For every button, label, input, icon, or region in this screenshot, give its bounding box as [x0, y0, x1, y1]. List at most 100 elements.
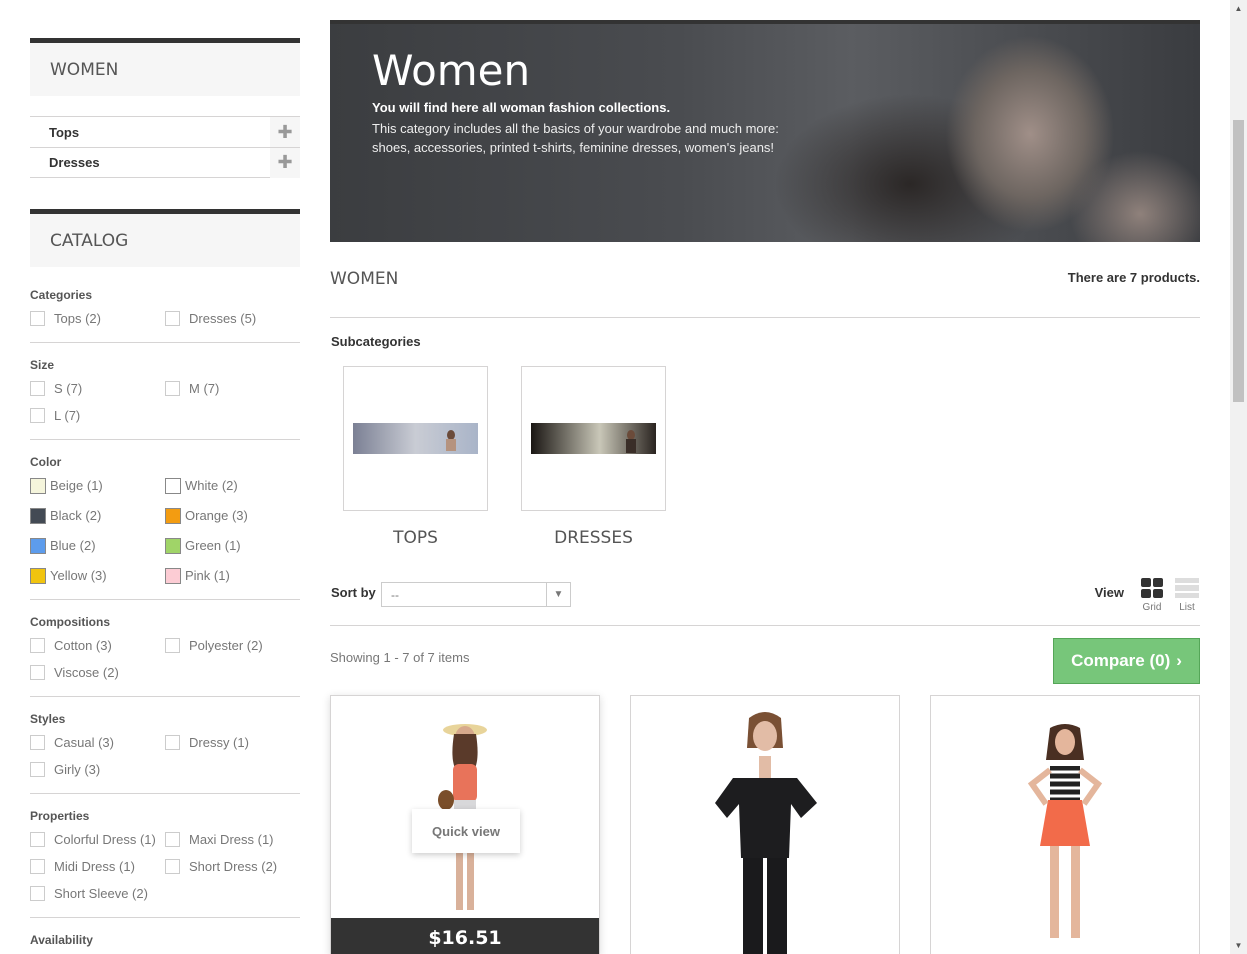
- product-card[interactable]: [630, 695, 900, 954]
- checkbox[interactable]: [30, 381, 45, 396]
- filter-option[interactable]: Maxi Dress (1): [165, 830, 300, 849]
- color-swatch[interactable]: [165, 507, 181, 524]
- grid-view-label: Grid: [1142, 602, 1162, 613]
- checkbox[interactable]: [30, 665, 45, 680]
- list-view-label: List: [1179, 602, 1195, 613]
- sort-value: --: [391, 588, 399, 602]
- subcategories-heading: Subcategories: [331, 334, 421, 349]
- filter-title: Color: [30, 455, 62, 469]
- product-image[interactable]: [1010, 724, 1120, 944]
- grid-view-button[interactable]: Grid: [1139, 578, 1165, 613]
- checkbox[interactable]: [165, 381, 180, 396]
- filter-option[interactable]: Short Sleeve (2): [30, 884, 165, 903]
- color-swatch[interactable]: [30, 477, 46, 494]
- product-price: $16.51: [331, 918, 599, 954]
- color-swatch[interactable]: [165, 537, 181, 554]
- filter-option[interactable]: Cotton (3): [30, 636, 165, 655]
- subcategory-name-tops[interactable]: TOPS: [343, 528, 488, 548]
- color-filter-option[interactable]: Green (1): [165, 536, 300, 555]
- checkbox[interactable]: [30, 886, 45, 901]
- chevron-right-icon: ›: [1176, 651, 1182, 670]
- filter-group-size: Size S (7) M (7) L (7): [30, 355, 300, 440]
- quick-view-button[interactable]: Quick view: [412, 809, 520, 853]
- filter-group-compositions: Compositions Cotton (3) Polyester (2) Vi…: [30, 612, 300, 697]
- subcategory-name-dresses[interactable]: DRESSES: [521, 528, 666, 548]
- subcategory-card-tops[interactable]: [343, 366, 488, 511]
- women-block-title[interactable]: WOMEN: [30, 38, 300, 96]
- sidebar-item-label[interactable]: Tops: [49, 125, 79, 140]
- color-filter-option[interactable]: Beige (1): [30, 476, 165, 495]
- sidebar-item-dresses[interactable]: Dresses ✚: [30, 147, 300, 178]
- scrollbar-thumb[interactable]: [1233, 120, 1244, 402]
- chevron-down-icon[interactable]: ▼: [546, 583, 570, 606]
- product-count: There are 7 products.: [1067, 270, 1200, 285]
- sidebar-item-tops[interactable]: Tops ✚: [30, 116, 300, 147]
- filter-option[interactable]: Girly (3): [30, 760, 165, 779]
- banner-description: This category includes all the basics of…: [372, 121, 779, 155]
- page-title: WOMEN: [330, 269, 399, 289]
- filter-option[interactable]: L (7): [30, 406, 165, 425]
- checkbox[interactable]: [30, 735, 45, 750]
- checkbox[interactable]: [165, 638, 180, 653]
- color-swatch[interactable]: [30, 537, 46, 554]
- checkbox[interactable]: [165, 832, 180, 847]
- checkbox[interactable]: [30, 311, 45, 326]
- list-icon: [1175, 578, 1199, 598]
- filter-option[interactable]: Polyester (2): [165, 636, 300, 655]
- subcategory-thumbnail[interactable]: [531, 423, 656, 454]
- checkbox[interactable]: [30, 638, 45, 653]
- filter-title: Availability: [30, 933, 93, 947]
- color-swatch[interactable]: [165, 477, 181, 494]
- filter-option[interactable]: Casual (3): [30, 733, 165, 752]
- filter-group-categories: Categories Tops (2) Dresses (5): [30, 285, 300, 343]
- view-label: View: [1094, 585, 1124, 600]
- checkbox[interactable]: [165, 311, 180, 326]
- color-swatch[interactable]: [165, 567, 181, 584]
- list-view-button[interactable]: List: [1174, 578, 1200, 613]
- checkbox[interactable]: [30, 832, 45, 847]
- filter-option[interactable]: Dresses (5): [165, 309, 300, 328]
- scroll-down-icon[interactable]: ▼: [1230, 937, 1247, 954]
- color-filter-option[interactable]: Black (2): [30, 506, 165, 525]
- plus-icon[interactable]: ✚: [270, 117, 300, 147]
- product-card[interactable]: Quick view $16.51: [330, 695, 600, 954]
- filter-option[interactable]: Short Dress (2): [165, 857, 300, 876]
- filter-option[interactable]: Dressy (1): [165, 733, 300, 752]
- checkbox[interactable]: [30, 859, 45, 874]
- filter-option[interactable]: Colorful Dress (1): [30, 830, 165, 849]
- filter-option[interactable]: S (7): [30, 379, 165, 398]
- sidebar-item-label[interactable]: Dresses: [49, 155, 100, 170]
- filter-option[interactable]: Tops (2): [30, 309, 165, 328]
- color-filter-option[interactable]: Blue (2): [30, 536, 165, 555]
- color-swatch[interactable]: [30, 507, 46, 524]
- category-banner: Women You will find here all woman fashi…: [330, 20, 1200, 242]
- checkbox[interactable]: [165, 735, 180, 750]
- color-filter-option[interactable]: Pink (1): [165, 566, 300, 585]
- product-image[interactable]: [705, 708, 825, 954]
- scroll-up-icon[interactable]: ▲: [1230, 0, 1247, 17]
- checkbox[interactable]: [30, 762, 45, 777]
- page-scrollbar[interactable]: ▲ ▼: [1230, 0, 1247, 954]
- sort-label: Sort by: [331, 585, 376, 600]
- filter-group-styles: Styles Casual (3) Dressy (1) Girly (3): [30, 709, 300, 794]
- color-filter-option[interactable]: White (2): [165, 476, 300, 495]
- women-subcategory-list: Tops ✚ Dresses ✚: [30, 116, 300, 178]
- subcategory-thumbnail[interactable]: [353, 423, 478, 454]
- color-swatch[interactable]: [30, 567, 46, 584]
- subcategory-card-dresses[interactable]: [521, 366, 666, 511]
- filter-group-color: Color Beige (1) White (2) Black (2) Orange …: [30, 452, 300, 600]
- banner-title: Women: [372, 46, 531, 95]
- checkbox[interactable]: [30, 408, 45, 423]
- checkbox[interactable]: [165, 859, 180, 874]
- compare-button[interactable]: Compare (0) ›: [1053, 638, 1200, 684]
- color-filter-option[interactable]: Yellow (3): [30, 566, 165, 585]
- sort-select[interactable]: -- ▼: [381, 582, 571, 607]
- filter-option[interactable]: M (7): [165, 379, 300, 398]
- color-filter-option[interactable]: Orange (3): [165, 506, 300, 525]
- plus-icon[interactable]: ✚: [270, 147, 300, 178]
- filter-group-properties: Properties Colorful Dress (1) Maxi Dress…: [30, 806, 300, 918]
- filter-option[interactable]: Midi Dress (1): [30, 857, 165, 876]
- filter-option[interactable]: Viscose (2): [30, 663, 165, 682]
- product-card[interactable]: [930, 695, 1200, 954]
- banner-lead: You will find here all woman fashion col…: [372, 100, 671, 115]
